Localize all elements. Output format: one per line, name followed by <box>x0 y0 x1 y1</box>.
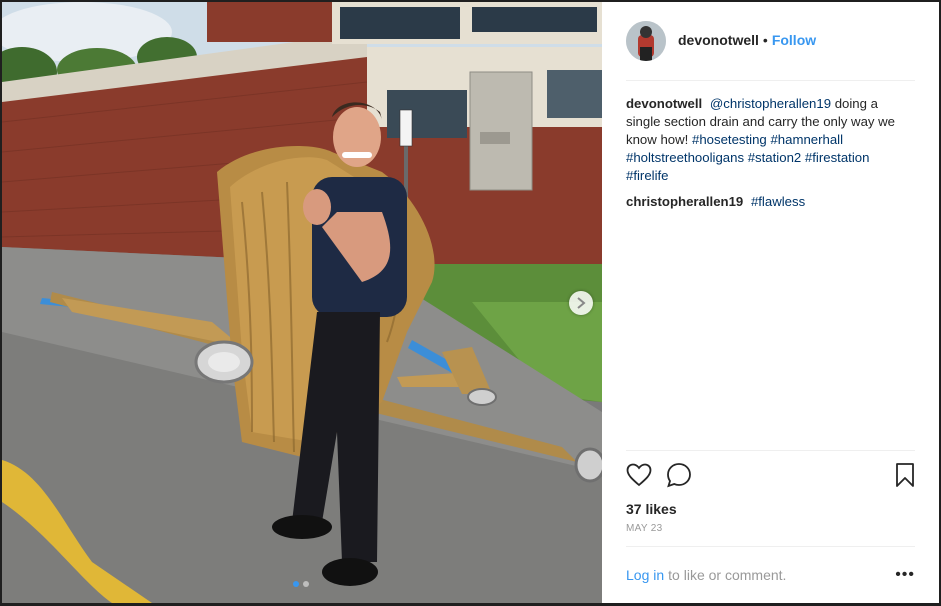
hashtag-link[interactable]: #hosetesting <box>692 132 767 147</box>
caption-comment: devonotwell @christopherallen19 doing a … <box>626 95 915 185</box>
hashtag-link[interactable]: #firelife <box>626 168 669 183</box>
bookmark-icon <box>896 463 914 487</box>
like-button[interactable] <box>626 455 666 495</box>
hashtag-link[interactable]: #flawless <box>751 194 805 209</box>
chevron-right-icon <box>577 297 586 309</box>
avatar[interactable] <box>626 21 666 61</box>
hashtag-link[interactable]: #station2 <box>748 150 802 165</box>
comment-username[interactable]: devonotwell <box>626 96 702 111</box>
login-prompt-text: to like or comment. <box>668 567 787 583</box>
photo-illustration <box>2 2 602 603</box>
more-options-button[interactable]: ••• <box>895 566 915 584</box>
carousel-next-button[interactable] <box>569 291 593 315</box>
follow-button[interactable]: Follow <box>772 32 816 48</box>
comment: christopherallen19 #flawless <box>626 193 915 211</box>
post-sidebar: devonotwell • Follow devonotwell @christop… <box>602 2 939 603</box>
comment-bubble-icon <box>667 463 691 488</box>
login-footer: Log in to like or comment. ••• <box>626 546 915 603</box>
carousel-dot <box>303 581 309 587</box>
heart-icon <box>626 463 652 487</box>
post-photo[interactable] <box>2 2 602 603</box>
save-button[interactable] <box>875 455 915 495</box>
comment-username[interactable]: christopherallen19 <box>626 194 743 209</box>
hashtag-link[interactable]: #firestation <box>805 150 870 165</box>
post-date: MAY 23 <box>626 523 663 534</box>
action-bar <box>626 450 915 497</box>
comments-list: devonotwell @christopherallen19 doing a … <box>626 81 915 450</box>
header-separator: • <box>762 32 768 48</box>
carousel-dot-active <box>293 581 299 587</box>
mention-link[interactable]: @christopherallen19 <box>710 96 831 111</box>
avatar-image <box>626 21 666 61</box>
post-header: devonotwell • Follow <box>626 2 915 81</box>
likes-count[interactable]: 37 likes <box>626 497 915 523</box>
hashtag-link[interactable]: #holtstreethooligans <box>626 150 744 165</box>
carousel-indicator <box>293 581 309 587</box>
hashtag-link[interactable]: #hamnerhall <box>770 132 843 147</box>
author-username[interactable]: devonotwell <box>678 32 759 48</box>
comment-button[interactable] <box>666 455 706 495</box>
login-link[interactable]: Log in <box>626 567 664 583</box>
post-modal: devonotwell • Follow devonotwell @christop… <box>2 2 939 603</box>
